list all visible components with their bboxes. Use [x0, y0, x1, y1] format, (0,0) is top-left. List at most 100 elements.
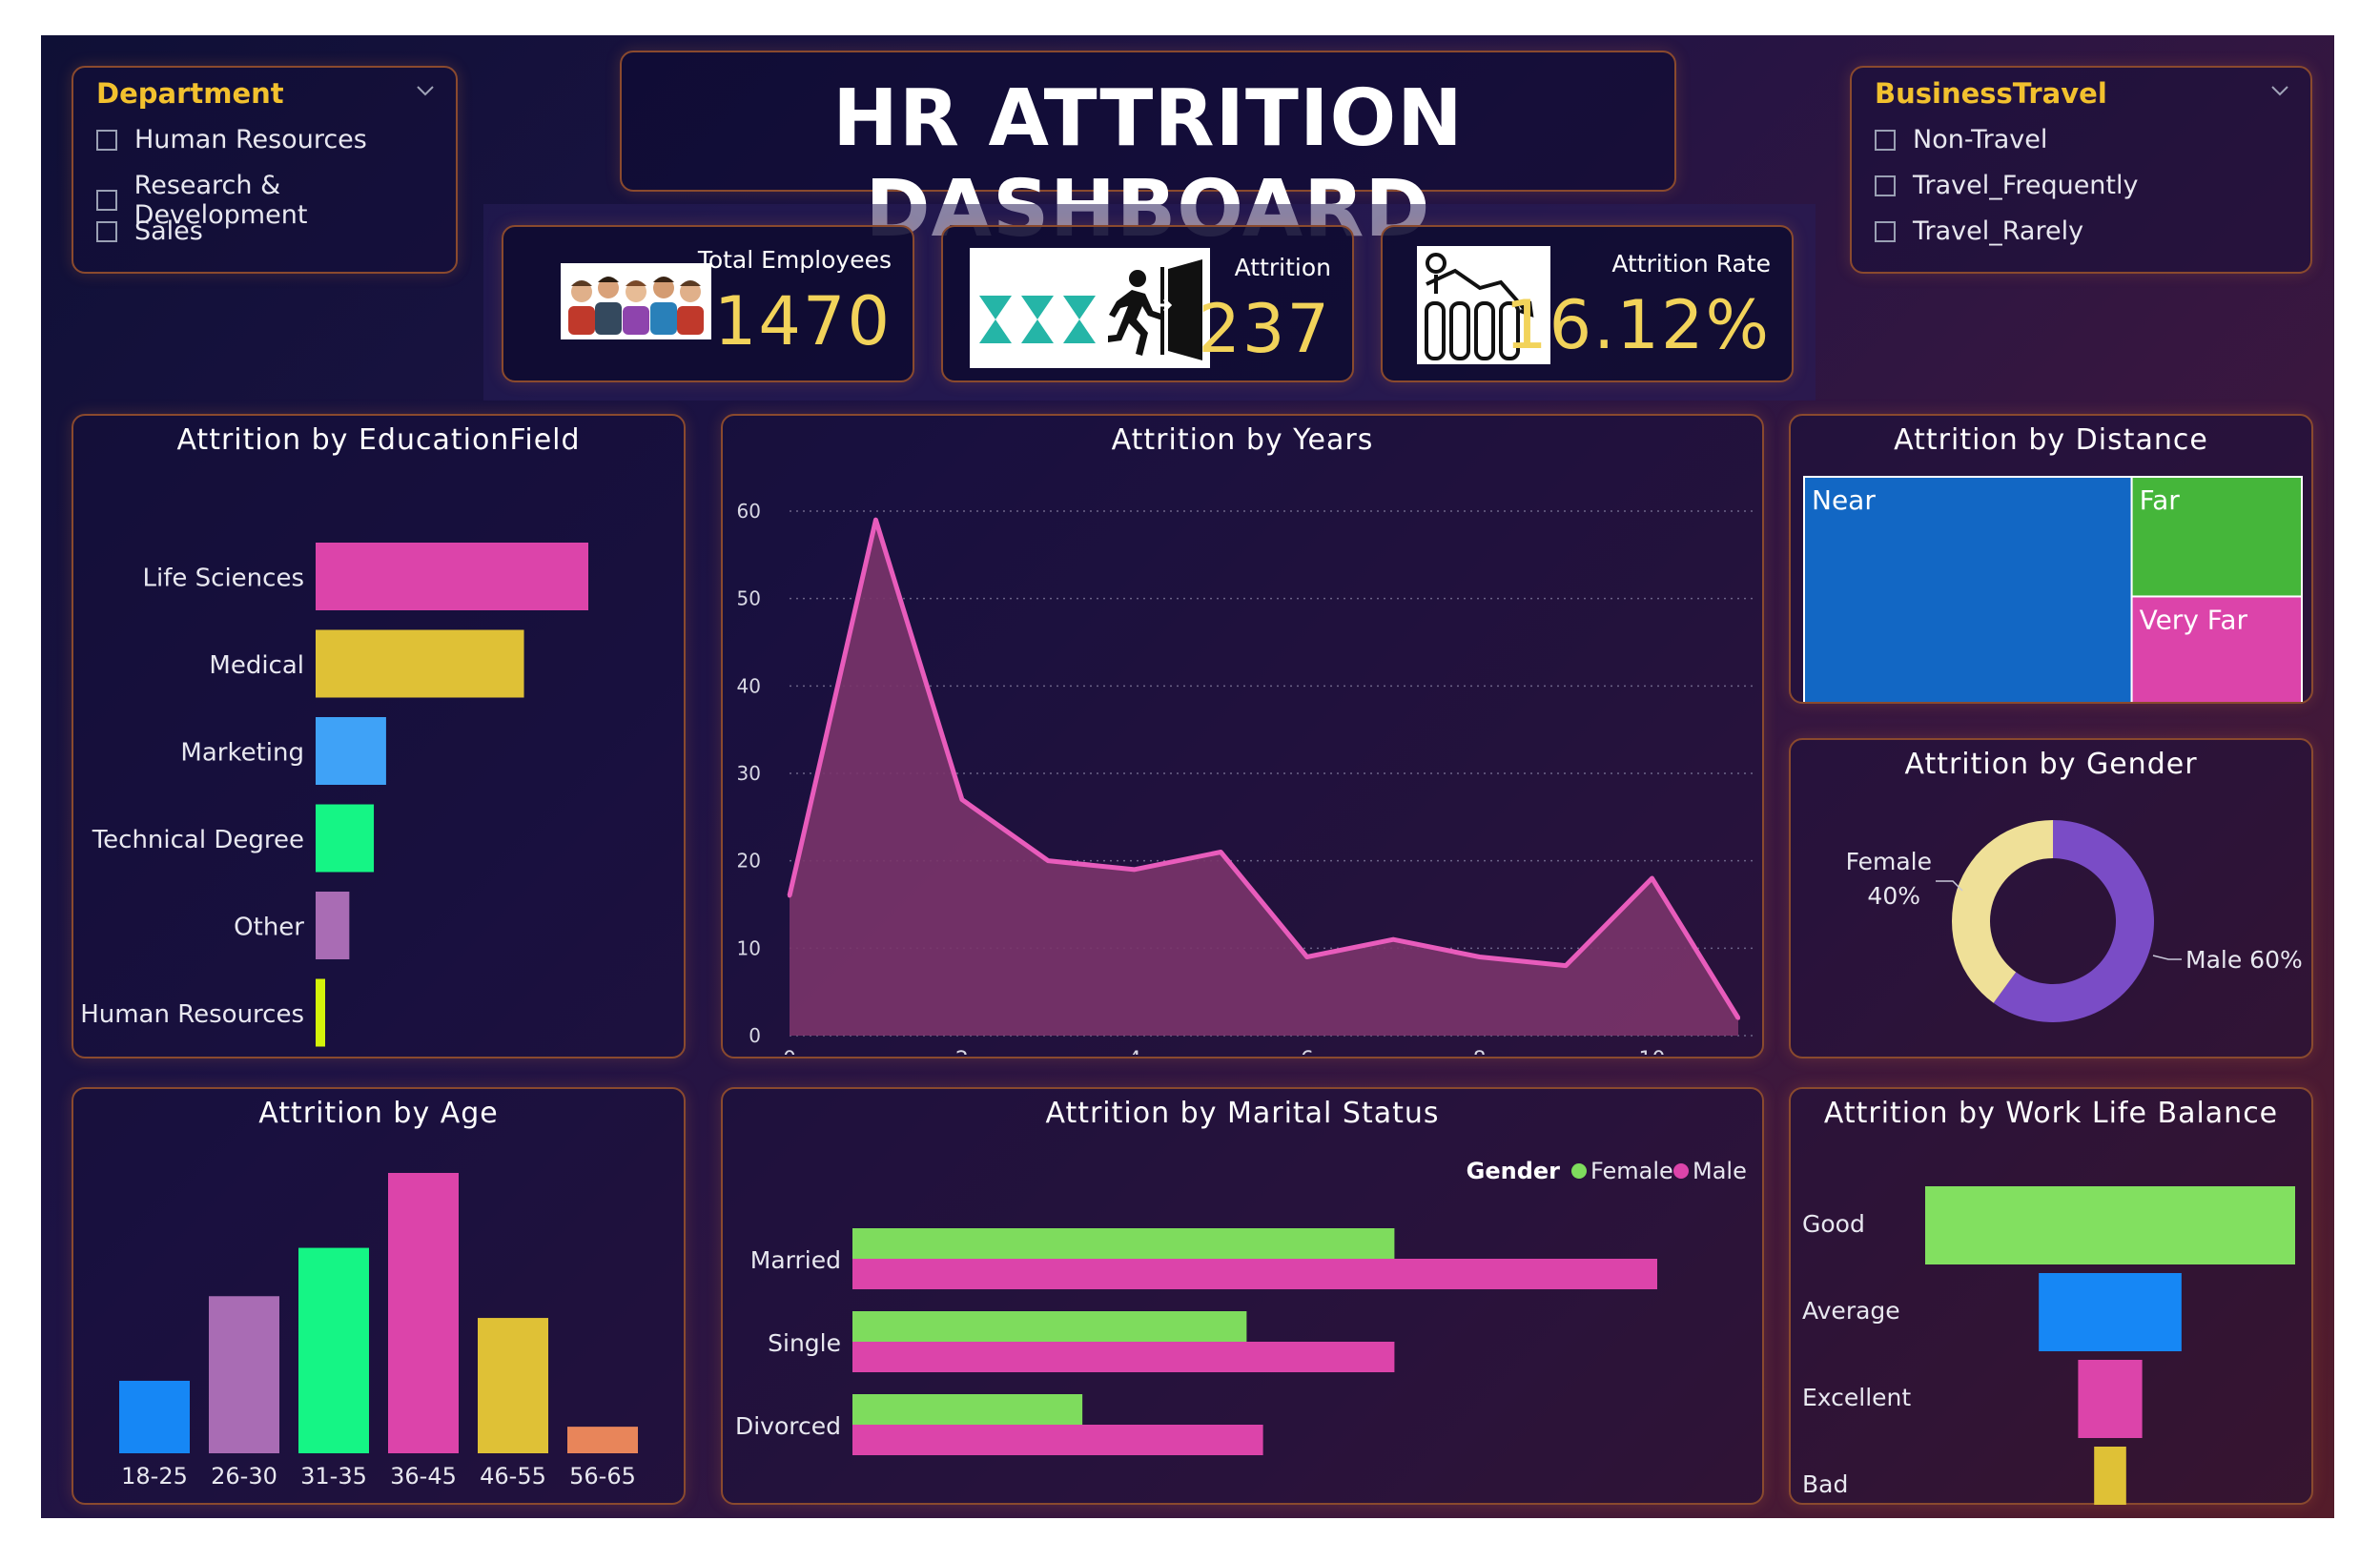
leader-line	[2152, 955, 2182, 960]
panel-distance: Attrition by Distance Near Far Very Far	[1789, 414, 2313, 704]
checkbox[interactable]	[1875, 220, 1896, 242]
category-label: Life Sciences	[143, 565, 304, 593]
education-field-chart: Life Sciences Medical Marketing Technical D…	[80, 543, 588, 1047]
bar	[209, 1296, 279, 1453]
y-tick-label: 30	[737, 762, 761, 785]
legend-marker	[1673, 1163, 1689, 1179]
funnel-bar	[2039, 1273, 2182, 1351]
funnel-bar	[1925, 1186, 2295, 1264]
kpi-label: Attrition Rate	[1611, 250, 1771, 277]
slicer-option-label: Sales	[134, 216, 203, 246]
checkbox[interactable]	[96, 129, 117, 151]
chart-title: Attrition by Age	[258, 1097, 499, 1130]
bar	[852, 1342, 1395, 1372]
checkbox[interactable]	[96, 190, 117, 211]
slicer-option[interactable]: Non-Travel	[1875, 125, 2047, 154]
funnel-bar	[2078, 1360, 2143, 1438]
bar	[298, 1247, 369, 1453]
category-label: 56-65	[569, 1463, 636, 1490]
panel-education-field: Attrition by EducationField Life Science…	[72, 414, 686, 1058]
data-point	[1304, 955, 1309, 959]
exit-door-icon	[970, 248, 1210, 368]
category-label: Bad	[1802, 1470, 1848, 1498]
data-point	[1650, 876, 1654, 880]
bar	[316, 804, 375, 873]
data-point	[1564, 963, 1569, 968]
bar	[316, 892, 350, 959]
category-label: Human Resources	[80, 1000, 304, 1029]
slicer-option-label: Human Resources	[134, 125, 367, 154]
data-point	[1132, 867, 1137, 872]
slicer-option[interactable]: Human Resources	[96, 125, 367, 154]
bar	[388, 1173, 459, 1453]
y-tick-label: 10	[737, 936, 761, 959]
checkbox[interactable]	[96, 220, 117, 242]
bar	[852, 1228, 1395, 1259]
treemap-label: Very Far	[2140, 604, 2248, 635]
x-tick-label: 2	[955, 1048, 969, 1055]
bar	[567, 1427, 638, 1453]
bar	[852, 1425, 1263, 1455]
bar	[316, 543, 588, 610]
dashboard-canvas: Department Human Resources Research & De…	[0, 0, 2380, 1562]
slicer-option[interactable]: Sales	[96, 216, 203, 246]
department-slicer-label: Department	[96, 77, 284, 110]
category-label: Married	[750, 1246, 841, 1274]
data-point	[1391, 937, 1396, 942]
bar	[852, 1394, 1083, 1425]
marital-status-chart: Gender Female Male Married Single Divorced	[735, 1158, 1747, 1455]
chevron-down-icon[interactable]	[2270, 81, 2289, 100]
checkbox[interactable]	[1875, 129, 1896, 151]
bar	[316, 717, 386, 785]
slicer-option-label: Travel_Rarely	[1913, 216, 2084, 246]
panel-age: Attrition by Age 18-25 26-30 31-35 36-45 46-…	[72, 1087, 686, 1505]
department-slicer: Department Human Resources Research & De…	[72, 66, 458, 274]
slicer-option[interactable]: Travel_Frequently	[1875, 171, 2139, 200]
legend-label: Female	[1590, 1158, 1673, 1184]
chevron-down-icon[interactable]	[416, 81, 435, 100]
category-label: Excellent	[1802, 1384, 1911, 1411]
category-label: 26-30	[211, 1463, 277, 1490]
category-label: 36-45	[390, 1463, 457, 1490]
category-label: Divorced	[735, 1412, 841, 1440]
slice-label: Female	[1846, 848, 1932, 875]
data-point	[1219, 850, 1223, 854]
kpi-value: 237	[1198, 290, 1331, 368]
chart-title: Attrition by Years	[1111, 423, 1374, 457]
y-tick-label: 60	[737, 500, 761, 523]
x-tick-label: 6	[1301, 1048, 1314, 1055]
data-point	[873, 518, 878, 523]
category-label: Technical Degree	[92, 826, 304, 854]
gender-donut-chart: Female 40% Male 60%	[1846, 820, 2303, 1022]
x-tick-label: 8	[1473, 1048, 1487, 1055]
business-travel-slicer-label: BusinessTravel	[1875, 77, 2107, 110]
category-label: Average	[1802, 1297, 1900, 1325]
legend-title: Gender	[1467, 1158, 1561, 1184]
panel-gender: Attrition by Gender Female 40% Male 60%	[1789, 738, 2313, 1058]
category-label: Medical	[209, 651, 304, 680]
data-point	[959, 797, 964, 802]
slicer-option-label: Travel_Frequently	[1913, 171, 2139, 200]
age-chart: 18-25 26-30 31-35 36-45 46-55 56-65	[119, 1173, 638, 1490]
chart-title: Attrition by Work Life Balance	[1823, 1097, 2279, 1130]
chart-title: Attrition by Marital Status	[1045, 1097, 1440, 1130]
x-tick-label: 0	[783, 1048, 796, 1055]
data-point	[1046, 858, 1051, 863]
donut-slice	[1952, 820, 2053, 1003]
kpi-card-attrition: Attrition 237	[941, 225, 1354, 382]
data-point	[788, 894, 791, 898]
slicer-option[interactable]: Travel_Rarely	[1875, 216, 2083, 246]
bar	[478, 1318, 548, 1453]
panel-years: Attrition by Years 0 10 20 30 40 50 60 0 2 4 6 8 10	[721, 414, 1764, 1058]
category-label: 31-35	[300, 1463, 367, 1490]
category-label: Single	[768, 1329, 841, 1357]
y-tick-label: 50	[737, 587, 761, 610]
slice-label: 40%	[1867, 882, 1920, 910]
checkbox[interactable]	[1875, 175, 1896, 196]
slicer-option-label: Non-Travel	[1913, 125, 2048, 154]
slice-label: Male 60%	[2185, 946, 2303, 974]
x-tick-label: 4	[1128, 1048, 1141, 1055]
data-point	[1736, 1016, 1740, 1020]
chart-title: Attrition by EducationField	[176, 423, 581, 457]
x-tick-label: 10	[1639, 1048, 1666, 1055]
